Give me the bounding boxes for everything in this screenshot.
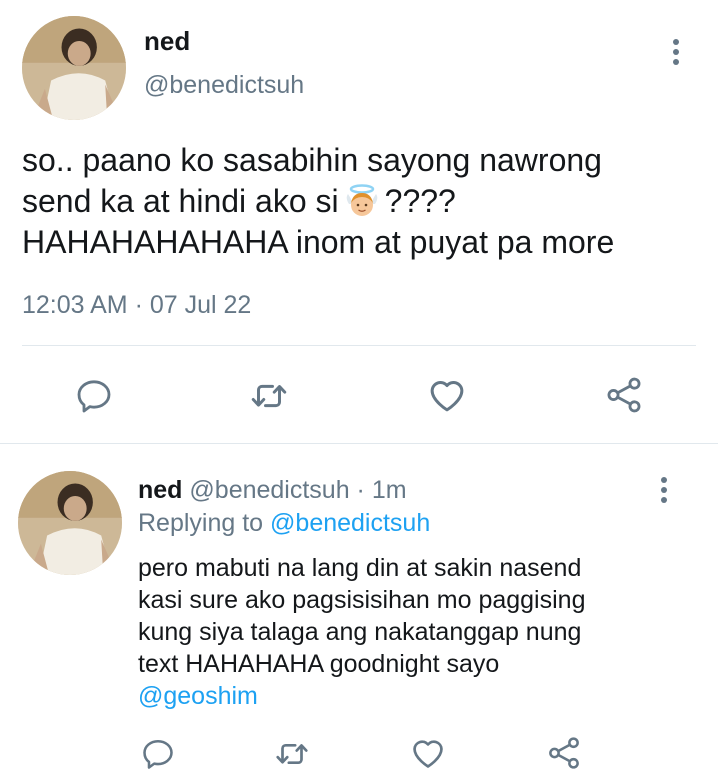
reply-button[interactable] xyxy=(138,734,178,774)
author-name[interactable]: ned xyxy=(138,476,182,504)
avatar[interactable] xyxy=(18,471,122,575)
more-vertical-icon[interactable] xyxy=(664,34,688,70)
share-button[interactable] xyxy=(544,732,584,774)
share-button[interactable] xyxy=(600,372,648,418)
angel-emoji-icon xyxy=(345,184,379,218)
retweet-icon xyxy=(276,743,308,765)
divider xyxy=(0,443,718,444)
reply-header: ned @benedictsuh · 1m xyxy=(138,476,407,505)
tweet-text-line: HAHAHAHAHAHA inom at puyat pa more xyxy=(22,224,615,260)
tweet-timestamp: 12:03 AM · 07 Jul 22 xyxy=(22,291,252,319)
reply-text: pero mabuti na lang din at sakin nasend … xyxy=(138,552,585,712)
reply-text-line: text HAHAHAHA goodnight sayo xyxy=(138,650,500,678)
reply-button[interactable] xyxy=(70,374,118,418)
comment-icon xyxy=(143,739,173,769)
like-button[interactable] xyxy=(408,732,448,774)
avatar-photo xyxy=(18,471,122,575)
mention-link[interactable]: @geoshim xyxy=(138,680,585,712)
more-vertical-icon[interactable] xyxy=(652,472,676,508)
avatar-photo xyxy=(22,16,126,120)
heart-icon xyxy=(413,740,443,768)
replying-to: Replying to @benedictsuh xyxy=(138,509,430,538)
comment-icon xyxy=(77,380,111,413)
retweet-button[interactable] xyxy=(272,734,312,774)
replying-to-label: Replying to xyxy=(138,509,264,537)
replying-to-mention[interactable]: @benedictsuh xyxy=(270,509,430,537)
share-icon xyxy=(549,737,579,769)
author-handle-time[interactable]: @benedictsuh · 1m xyxy=(189,476,406,504)
share-icon xyxy=(607,377,641,413)
reply-text-line: kasi sure ako pagsisisihan mo paggising xyxy=(138,586,586,614)
tweet-text-line: send ka at hindi ako si ???? xyxy=(22,183,456,219)
author-handle[interactable]: @benedictsuh xyxy=(144,71,304,100)
retweet-icon xyxy=(251,384,287,408)
avatar[interactable] xyxy=(22,16,126,120)
retweet-button[interactable] xyxy=(245,374,293,418)
tweet-text-line: so.. paano ko sasabihin sayong nawrong xyxy=(22,142,602,178)
divider xyxy=(22,345,696,346)
like-button[interactable] xyxy=(423,372,471,418)
author-name[interactable]: ned xyxy=(144,26,190,57)
reply-text-line: pero mabuti na lang din at sakin nasend xyxy=(138,554,582,582)
heart-icon xyxy=(430,381,464,412)
tweet-text: so.. paano ko sasabihin sayong nawrong s… xyxy=(22,140,702,263)
reply-text-line: kung siya talaga ang nakatanggap nung xyxy=(138,618,582,646)
